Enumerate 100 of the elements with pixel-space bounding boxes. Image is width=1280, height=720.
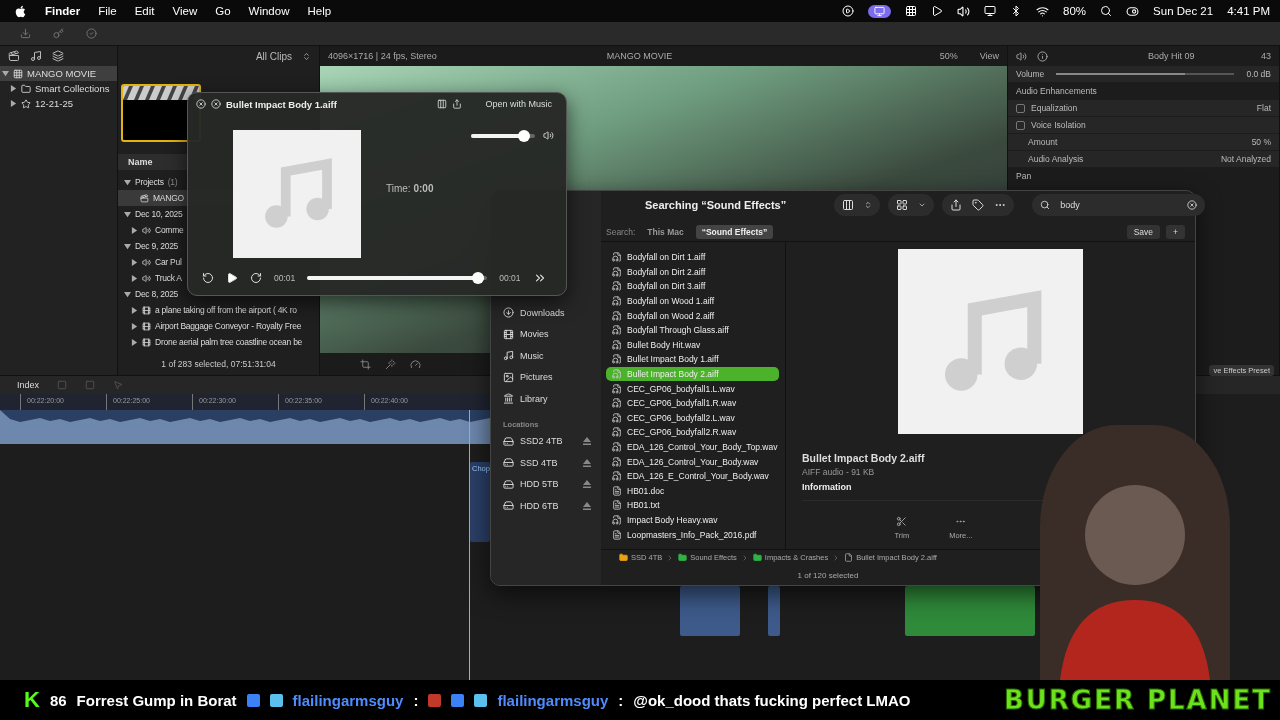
disclosure-triangle-icon[interactable] xyxy=(131,258,138,266)
music-icon[interactable] xyxy=(30,50,42,62)
check-icon[interactable] xyxy=(86,28,97,39)
key-icon[interactable] xyxy=(53,28,64,39)
checkbox[interactable] xyxy=(1016,103,1025,113)
checkbox[interactable] xyxy=(1016,120,1025,130)
file-row[interactable]: HB01.txt xyxy=(606,498,779,513)
control-center-icon[interactable] xyxy=(1126,4,1140,18)
play-icon[interactable] xyxy=(931,5,944,17)
disclosure-triangle-icon[interactable] xyxy=(131,338,138,346)
file-row[interactable]: EDA_126_Control_Your_Body_Top.wav xyxy=(606,439,779,455)
filter-dropdown[interactable]: All Clips xyxy=(255,50,292,62)
search-bar[interactable]: body xyxy=(1032,194,1206,216)
play-icon[interactable] xyxy=(226,272,238,284)
file-row[interactable]: CEC_GP06_bodyfall2.L.wav xyxy=(606,410,779,426)
audio-clip[interactable] xyxy=(680,586,740,636)
open-with-button[interactable]: Open with Music xyxy=(479,98,558,110)
file-row[interactable]: Bodyfall on Dirt 3.aiff xyxy=(606,279,779,294)
menu-app-name[interactable]: Finder xyxy=(45,5,81,17)
event-tree-row[interactable]: 12-21-25 xyxy=(0,96,117,111)
eject-icon[interactable] xyxy=(583,480,591,489)
chat-username[interactable]: flailingarmsguy xyxy=(292,691,404,709)
view-mode-button[interactable] xyxy=(834,194,881,216)
file-row[interactable]: HB01.doc xyxy=(606,483,779,499)
disclosure-triangle-icon[interactable] xyxy=(124,242,131,250)
menu-item[interactable]: View xyxy=(172,5,198,17)
clear-icon[interactable] xyxy=(1187,200,1198,210)
file-row[interactable]: CEC_GP06_bodyfall1.L.wav xyxy=(606,381,779,396)
disclosure-triangle-icon[interactable] xyxy=(124,210,131,218)
display-icon[interactable] xyxy=(984,5,997,17)
file-row[interactable]: Impact Body Heavy.wav xyxy=(606,512,779,528)
speed-icon[interactable] xyxy=(410,358,421,370)
view-dropdown[interactable]: View xyxy=(979,51,999,61)
audio-icon[interactable] xyxy=(1016,50,1027,62)
search-icon[interactable] xyxy=(1100,5,1113,17)
audio-clip[interactable] xyxy=(768,586,780,636)
browser-item[interactable]: Car Pul xyxy=(155,254,182,270)
sidebar-item[interactable]: Music xyxy=(503,345,601,367)
group-header[interactable]: Dec 9, 2025 xyxy=(135,238,179,254)
sidebar-item[interactable]: SSD 4TB xyxy=(503,452,601,474)
sidebar-item[interactable]: Pictures xyxy=(503,366,601,388)
browser-item[interactable]: Airport Baggage Conveyor - Royalty Free xyxy=(155,318,302,334)
progress-thumb[interactable] xyxy=(471,272,484,284)
group-button[interactable] xyxy=(888,194,935,216)
file-row[interactable]: Bullet Impact Body 1.aiff xyxy=(606,352,779,367)
zoom-dropdown[interactable]: 50% xyxy=(939,51,958,61)
disclosure-triangle-icon[interactable] xyxy=(10,100,17,107)
disclosure-triangle-icon[interactable] xyxy=(124,178,131,186)
disclosure-triangle-icon[interactable] xyxy=(2,70,9,77)
row-value[interactable]: Flat xyxy=(1256,103,1271,113)
sidebar-item[interactable]: HDD 6TB xyxy=(503,495,601,517)
file-row[interactable]: Bodyfall on Wood 2.aiff xyxy=(606,308,779,323)
file-row[interactable]: EDA_126_E_Control_Your_Body.wav xyxy=(606,468,779,484)
share-icon[interactable] xyxy=(452,99,463,109)
file-row[interactable]: EDA_126_Control_Your_Body.wav xyxy=(606,454,779,469)
scope-button[interactable]: “Sound Effects” xyxy=(695,225,774,239)
disclosure-triangle-icon[interactable] xyxy=(131,322,138,330)
wand-icon[interactable] xyxy=(385,358,396,370)
file-row[interactable]: Bodyfall on Wood 1.aiff xyxy=(606,293,779,309)
scope-button[interactable]: This Mac xyxy=(641,225,690,239)
import-icon[interactable] xyxy=(20,28,31,39)
slider-thumb[interactable] xyxy=(517,129,530,142)
wifi-icon[interactable] xyxy=(1036,4,1050,18)
updown-chevron-icon[interactable] xyxy=(302,51,311,61)
sidebar-item[interactable]: SSD2 4TB xyxy=(503,430,601,452)
file-row[interactable]: Loopmasters_Info_Pack_2016.pdf xyxy=(606,527,779,542)
browser-item[interactable]: a plane taking off from the airport ( 4K ro xyxy=(155,302,297,318)
menu-item[interactable]: Window xyxy=(248,5,290,17)
browser-item[interactable]: Drone aerial palm tree coastline ocean be xyxy=(155,334,303,350)
sidebar-item[interactable]: HDD 5TB xyxy=(503,473,601,495)
file-row[interactable]: Bodyfall on Dirt 2.aiff xyxy=(606,264,779,280)
disclosure-triangle-icon[interactable] xyxy=(124,290,131,298)
menu-item[interactable]: Edit xyxy=(134,5,155,17)
file-row[interactable]: Bodyfall on Dirt 1.aiff xyxy=(606,250,779,265)
disclosure-triangle-icon[interactable] xyxy=(10,85,17,92)
screen-share-icon[interactable] xyxy=(868,4,892,18)
browser-item[interactable]: MANGO xyxy=(153,190,184,206)
disclosure-triangle-icon[interactable] xyxy=(131,226,138,234)
file-row[interactable]: Bullet Body Hit.wav xyxy=(606,337,779,353)
status-icon[interactable] xyxy=(842,5,855,17)
menu-date[interactable]: Sun Dec 21 xyxy=(1153,5,1214,17)
index-button[interactable]: Index xyxy=(17,380,40,390)
skip-forward-icon[interactable] xyxy=(250,272,262,284)
eject-icon[interactable] xyxy=(583,458,591,467)
eject-icon[interactable] xyxy=(583,501,591,510)
audio-clip[interactable] xyxy=(470,462,490,542)
group-header[interactable]: Dec 10, 2025 xyxy=(135,206,183,222)
volume-icon[interactable] xyxy=(957,4,971,18)
browser-item[interactable]: Truck A xyxy=(155,270,182,286)
eject-icon[interactable] xyxy=(583,437,591,446)
event-tree-row[interactable]: Smart Collections xyxy=(0,81,117,96)
search-input[interactable]: body xyxy=(1058,199,1180,211)
disclosure-triangle-icon[interactable] xyxy=(131,306,138,314)
sidebar-item[interactable]: Movies xyxy=(503,323,601,345)
group-header[interactable]: Projects xyxy=(135,174,164,190)
crop-icon[interactable] xyxy=(360,358,371,370)
menu-item[interactable]: Go xyxy=(215,5,231,17)
sidebar-item[interactable]: Downloads xyxy=(503,302,601,324)
menu-item[interactable]: File xyxy=(98,5,117,17)
audio-clip[interactable] xyxy=(905,586,1035,636)
